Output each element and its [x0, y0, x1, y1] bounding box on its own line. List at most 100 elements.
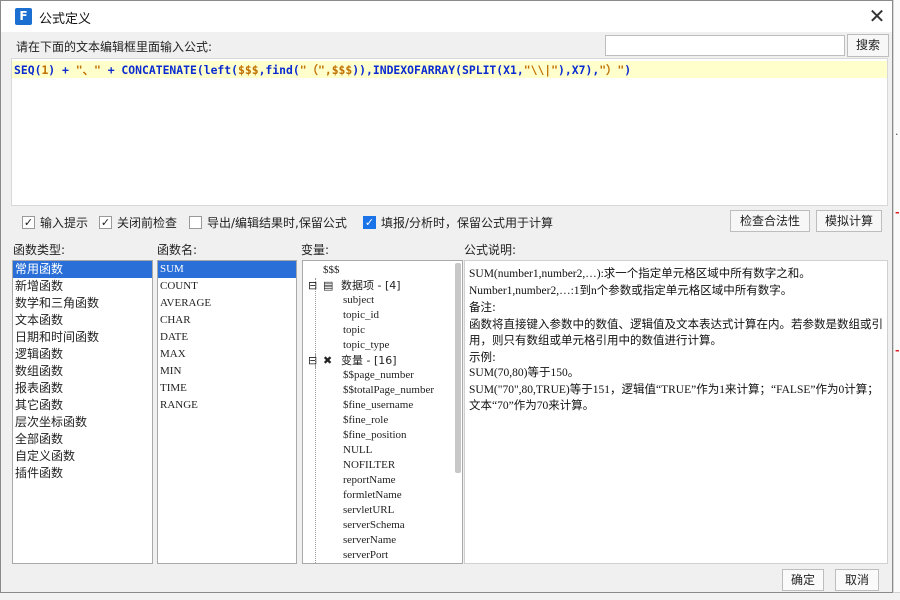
formula-token: )),INDEXOFARRAY(SPLIT(X1, [352, 63, 524, 77]
formula-token: ,find( [258, 63, 300, 77]
variable-item[interactable]: reportName [343, 473, 396, 488]
current-line-highlight: SEQ(1) + "、" + CONCATENATE(left($$$,find… [12, 61, 887, 78]
formula-editor[interactable]: SEQ(1) + "、" + CONCATENATE(left($$$,find… [11, 58, 888, 206]
variable-item[interactable]: NOFILTER [343, 458, 395, 473]
checkbox-icon [189, 216, 202, 229]
background-mark: . [895, 125, 899, 138]
keep-formula-export-checkbox[interactable]: 导出/编辑结果时,保留公式 [189, 214, 347, 231]
function-name-item[interactable]: RANGE [158, 397, 296, 414]
variable-label: 变量: [301, 243, 330, 257]
variable-item[interactable]: $fine_position [343, 428, 407, 443]
function-type-item[interactable]: 常用函数 [13, 261, 152, 278]
desc-line: Number1,number2,…:1到n个参数或指定单元格区域中所有数字。 [469, 284, 793, 297]
function-type-item[interactable]: 自定义函数 [13, 448, 152, 465]
collapse-icon[interactable]: ⊟ [308, 278, 317, 293]
function-type-list[interactable]: 常用函数 新增函数 数学和三角函数 文本函数 日期和时间函数 逻辑函数 数组函数 报表函数 其它… [12, 260, 153, 564]
tree-node-data-items[interactable]: 数据项 - [4] [341, 278, 401, 293]
function-type-item[interactable]: 其它函数 [13, 397, 152, 414]
background-app-bottom [0, 592, 900, 600]
variable-item[interactable]: serverPort [343, 548, 388, 563]
formula-token: "（",$$$ [299, 63, 353, 77]
input-hint-label: 输入提示 [40, 216, 89, 230]
variable-item[interactable]: $fine_role [343, 413, 388, 428]
desc-line: 示例: [469, 349, 496, 364]
desc-line: SUM("70",80,TRUE)等于151，逻辑值“TRUE”作为1来计算；“… [469, 383, 879, 413]
desc-line: SUM(70,80)等于150。 [469, 367, 580, 379]
desc-line: 函数将直接键入参数中的数值、逻辑值及文本表达式计算在内。若参数是数组或引用，则只… [469, 316, 883, 348]
close-icon[interactable]: ✕ [863, 3, 891, 30]
variable-root[interactable]: $$$ [323, 263, 340, 278]
function-type-item[interactable]: 新增函数 [13, 278, 152, 295]
formula-token: $$$ [238, 63, 259, 77]
variable-item[interactable]: subject [343, 293, 374, 308]
function-name-item[interactable]: AVERAGE [158, 295, 296, 312]
checkbox-icon: ✓ [363, 216, 376, 229]
function-name-item[interactable]: CHAR [158, 312, 296, 329]
options-row: ✓ 输入提示 ✓ 关闭前检查 导出/编辑结果时,保留公式 ✓ 填报/分析时，保留… [1, 209, 892, 233]
background-app-edge: . - - [893, 0, 900, 600]
variable-item[interactable]: $$totalPage_number [343, 383, 434, 398]
editor-prompt-label: 请在下面的文本编辑框里面输入公式: [16, 40, 213, 54]
ok-button[interactable]: 确定 [782, 569, 824, 591]
formula-token: ) + [48, 63, 76, 77]
validate-button[interactable]: 检查合法性 [730, 210, 810, 232]
function-name-item[interactable]: MIN [158, 363, 296, 380]
function-type-item[interactable]: 报表函数 [13, 380, 152, 397]
function-type-item[interactable]: 数组函数 [13, 363, 152, 380]
function-name-item[interactable]: TIME [158, 380, 296, 397]
variable-scrollbar[interactable] [455, 263, 461, 473]
function-type-item[interactable]: 全部函数 [13, 431, 152, 448]
tree-guide-line [315, 353, 316, 563]
function-type-item[interactable]: 层次坐标函数 [13, 414, 152, 431]
search-input[interactable] [605, 35, 845, 56]
checkbox-icon: ✓ [22, 216, 35, 229]
variable-item[interactable]: serverSchema [343, 518, 405, 533]
variable-item[interactable]: topic_id [343, 308, 379, 323]
formula-token: "\\|" [523, 63, 559, 77]
variable-tree[interactable]: $$$ ⊟ ▤ 数据项 - [4] subject topic_id topic topic_… [302, 260, 463, 564]
variable-group-icon: ✖ [323, 354, 333, 367]
formula-token: SEQ( [14, 63, 42, 77]
formula-description: SUM(number1,number2,…):求一个指定单元格区域中所有数字之和… [464, 260, 888, 564]
desc-line: 备注: [469, 300, 496, 314]
formula-token: + CONCATENATE(left( [100, 63, 238, 77]
formula-token: ),X7), [558, 63, 600, 77]
function-type-item[interactable]: 日期和时间函数 [13, 329, 152, 346]
keep-formula-fill-checkbox[interactable]: ✓ 填报/分析时，保留公式用于计算 [363, 214, 553, 231]
formula-text: SEQ(1) + "、" + CONCATENATE(left($$$,find… [14, 62, 631, 78]
desc-line: SUM(number1,number2,…):求一个指定单元格区域中所有数字之和… [469, 268, 811, 280]
formula-token: "、" [75, 63, 101, 77]
function-type-item[interactable]: 插件函数 [13, 465, 152, 482]
variable-item[interactable]: $fine_username [343, 398, 413, 413]
formula-token: "）" [599, 63, 625, 77]
tree-node-variables[interactable]: 变量 - [16] [341, 353, 397, 368]
input-hint-checkbox[interactable]: ✓ 输入提示 [22, 214, 88, 231]
variable-item[interactable]: NULL [343, 443, 372, 458]
variable-item[interactable]: serverName [343, 533, 396, 548]
check-before-close-label: 关闭前检查 [117, 216, 178, 230]
check-before-close-checkbox[interactable]: ✓ 关闭前检查 [99, 214, 177, 231]
cancel-button[interactable]: 取消 [835, 569, 879, 591]
function-name-item[interactable]: COUNT [158, 278, 296, 295]
simulate-button[interactable]: 模拟计算 [816, 210, 882, 232]
variable-item[interactable]: $$page_number [343, 368, 414, 383]
search-button[interactable]: 搜索 [847, 34, 889, 57]
function-type-item[interactable]: 逻辑函数 [13, 346, 152, 363]
app-icon: F [15, 8, 32, 25]
function-name-item[interactable]: DATE [158, 329, 296, 346]
function-name-item[interactable]: SUM [158, 261, 296, 278]
background-mark: - [895, 206, 900, 219]
dialog-title: 公式定义 [39, 12, 92, 27]
function-type-label: 函数类型: [13, 243, 66, 257]
variable-item[interactable]: topic [343, 323, 365, 338]
function-name-label: 函数名: [157, 243, 198, 257]
variable-item[interactable]: topic_type [343, 338, 389, 353]
title-bar[interactable]: F 公式定义 ✕ [1, 1, 892, 32]
variable-item[interactable]: servletURL [343, 503, 394, 518]
data-item-icon: ▤ [323, 279, 334, 292]
function-name-list[interactable]: SUM COUNT AVERAGE CHAR DATE MAX MIN TIME RANGE [157, 260, 297, 564]
variable-item[interactable]: formletName [343, 488, 402, 503]
function-type-item[interactable]: 文本函数 [13, 312, 152, 329]
function-type-item[interactable]: 数学和三角函数 [13, 295, 152, 312]
function-name-item[interactable]: MAX [158, 346, 296, 363]
